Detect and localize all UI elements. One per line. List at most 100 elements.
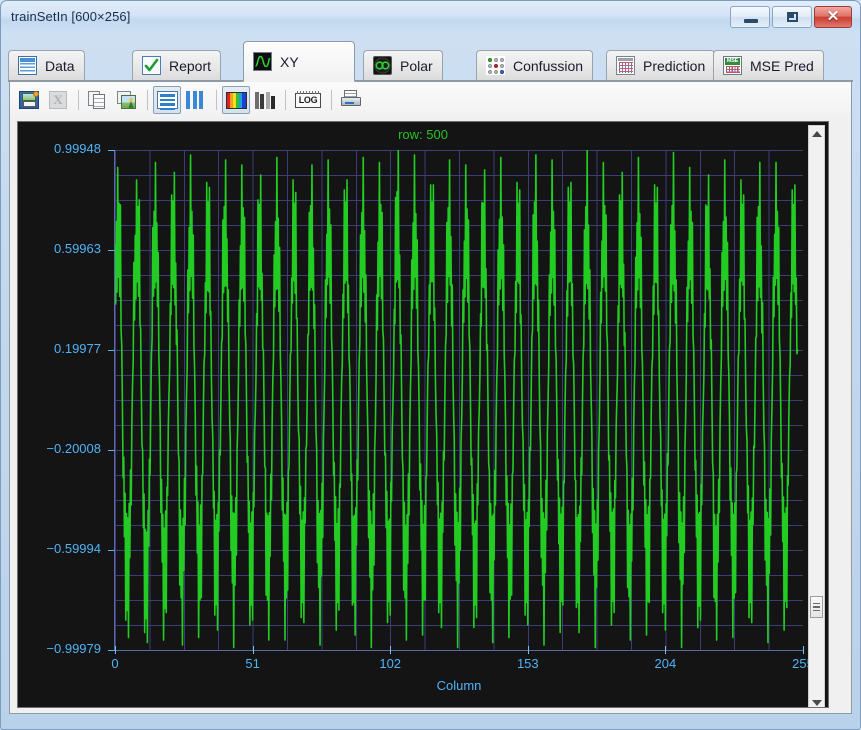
toolbar-separator	[216, 90, 217, 110]
polar-loops-icon	[373, 56, 392, 75]
x-axis-tick-label: 102	[379, 656, 402, 671]
y-axis-tick	[108, 350, 115, 351]
copy-image-button[interactable]	[113, 86, 141, 114]
tab-confussion[interactable]: Confussion	[476, 50, 594, 80]
excel-export-icon	[49, 91, 67, 109]
prediction-grid-icon	[616, 56, 635, 75]
horizontal-bars-icon	[156, 91, 178, 110]
tab-prediction[interactable]: Prediction	[606, 50, 716, 80]
close-button[interactable]: ✕	[814, 6, 852, 28]
x-axis-title: Column	[436, 678, 482, 693]
scroll-up-button[interactable]	[809, 126, 824, 142]
tab-label-msepred: MSE Pred	[750, 57, 814, 74]
tab-polar[interactable]: Polar	[363, 50, 443, 80]
log-scale-button[interactable]: LOG	[291, 86, 325, 114]
x-axis-tick-label: 204	[654, 656, 677, 671]
dot	[488, 58, 492, 62]
vertical-bars-icon	[186, 91, 206, 109]
x-axis-tick	[803, 646, 804, 654]
x-axis-tick-label: 153	[516, 656, 539, 671]
x-axis-line	[114, 650, 804, 651]
grip-line	[813, 602, 820, 605]
y-axis-tick-label: 0.59963	[54, 240, 101, 256]
vertical-bars-button[interactable]	[182, 86, 210, 114]
mse-icon-label: MSE	[725, 58, 740, 65]
y-axis-tick	[108, 449, 115, 451]
vertical-scrollbar[interactable]	[808, 125, 825, 707]
dot	[494, 58, 498, 62]
scrollbar-thumb[interactable]	[810, 596, 823, 618]
toolbar: LOG	[9, 82, 852, 118]
dot-matrix-icon	[486, 56, 505, 75]
close-icon: ✕	[826, 8, 840, 25]
copy-pages-button[interactable]	[84, 86, 112, 114]
table-grid-icon	[18, 56, 37, 75]
dot	[488, 70, 492, 74]
tab-label-report: Report	[169, 57, 212, 74]
y-axis-tick	[108, 249, 115, 251]
copy-pages-icon	[88, 90, 108, 110]
y-axis-tick	[108, 150, 115, 151]
chart-canvas[interactable]: row: 500 0.99948 0.59963 0.19977 −0.20008 −0…	[17, 121, 829, 708]
title-bar: trainSetIn [600×256] ✕	[0, 0, 861, 36]
tab-msepred[interactable]: MSE MSE Pred	[713, 50, 824, 80]
x-axis-tick-label: 51	[245, 656, 260, 671]
sine-wave-icon	[253, 52, 272, 71]
gray-palette-icon	[255, 91, 275, 109]
color-palette-icon	[225, 91, 247, 109]
window-title: trainSetIn [600×256]	[11, 9, 131, 24]
horizontal-bars-button[interactable]	[153, 86, 181, 114]
dot	[500, 58, 504, 62]
dot	[500, 64, 504, 68]
maximize-button[interactable]	[772, 6, 812, 28]
print-button[interactable]	[337, 86, 365, 114]
y-axis-tick-label: −0.59994	[46, 541, 101, 556]
log-scale-icon: LOG	[295, 90, 321, 108]
tab-data[interactable]: Data	[8, 50, 85, 80]
y-axis-tick-label: 0.99948	[54, 141, 101, 156]
minimize-icon	[744, 19, 758, 23]
tab-label-prediction: Prediction	[643, 57, 706, 74]
tab-label-xy: XY	[280, 53, 299, 70]
export-excel-button[interactable]	[44, 86, 72, 114]
printer-icon	[340, 90, 362, 110]
tab-report[interactable]: Report	[132, 50, 222, 80]
y-axis-tick-label: −0.20008	[46, 440, 101, 456]
maximize-icon-inner	[789, 14, 794, 18]
grip-line	[813, 609, 820, 612]
save-image-button[interactable]	[15, 86, 43, 114]
scroll-down-button[interactable]	[809, 695, 824, 707]
data-series-line	[115, 150, 799, 649]
y-axis-tick	[108, 550, 115, 551]
chevron-down-icon	[811, 700, 822, 706]
tab-xy[interactable]: XY	[243, 41, 355, 82]
tab-label-data: Data	[45, 57, 75, 74]
chart-title: row: 500	[398, 127, 448, 142]
gray-palette-button[interactable]	[251, 86, 279, 114]
toolbar-separator	[285, 90, 286, 110]
toolbar-separator	[331, 90, 332, 110]
dot	[494, 64, 498, 68]
tab-label-confussion: Confussion	[513, 57, 584, 74]
application-window: trainSetIn [600×256] ✕ Data Report XY Po…	[0, 0, 861, 730]
save-image-icon	[19, 91, 39, 109]
chevron-up-icon	[811, 131, 822, 137]
dot	[488, 64, 492, 68]
y-axis-tick	[108, 650, 115, 651]
y-axis-tick-label: −0.99979	[46, 641, 101, 656]
toolbar-separator	[147, 90, 148, 110]
copy-image-icon	[116, 90, 138, 110]
mse-grid-icon: MSE	[723, 56, 742, 75]
color-palette-button[interactable]	[222, 86, 250, 114]
grip-line	[813, 606, 820, 608]
x-axis-tick-label: 0	[111, 656, 119, 671]
y-axis-tick-label: 0.19977	[54, 341, 101, 356]
minimize-button[interactable]	[730, 6, 770, 28]
plot-panel: row: 500 0.99948 0.59963 0.19977 −0.20008 −0…	[9, 118, 852, 714]
tab-label-polar: Polar	[400, 57, 433, 74]
dot	[500, 70, 504, 74]
dot	[494, 70, 498, 74]
toolbar-separator	[78, 90, 79, 110]
checkmark-icon	[142, 56, 161, 75]
tab-bar: Data Report XY Polar Confussion Predicti…	[8, 41, 853, 82]
